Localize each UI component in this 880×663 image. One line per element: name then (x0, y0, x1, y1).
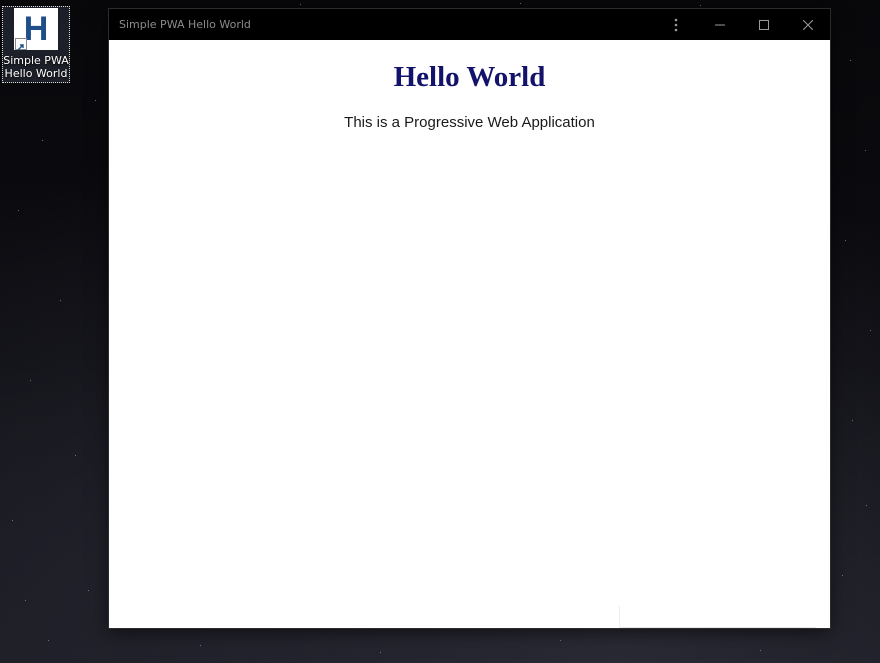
app-window: Simple PWA Hello World Hello World This … (109, 9, 830, 628)
maximize-icon[interactable] (742, 9, 786, 40)
close-icon[interactable] (786, 9, 830, 40)
more-vertical-icon[interactable] (654, 9, 698, 40)
shortcut-label: Simple PWA Hello World (3, 54, 69, 80)
content-divider (620, 627, 816, 628)
app-icon: H (14, 8, 58, 51)
desktop-shortcut-simple-pwa[interactable]: H Simple PWA Hello World (2, 6, 70, 83)
app-icon-letter: H (23, 10, 49, 48)
shortcut-label-line2: Hello World (4, 67, 68, 80)
shortcut-arrow-icon (15, 38, 27, 51)
window-title: Simple PWA Hello World (119, 18, 251, 31)
window-titlebar[interactable]: Simple PWA Hello World (109, 9, 830, 40)
window-controls (654, 9, 830, 40)
page-paragraph: This is a Progressive Web Application (344, 114, 595, 131)
page-heading: Hello World (393, 61, 546, 93)
minimize-icon[interactable] (698, 9, 742, 40)
page-content: Hello World This is a Progressive Web Ap… (109, 40, 830, 628)
content-divider (619, 606, 620, 628)
shortcut-label-line1: Simple PWA (3, 54, 69, 67)
